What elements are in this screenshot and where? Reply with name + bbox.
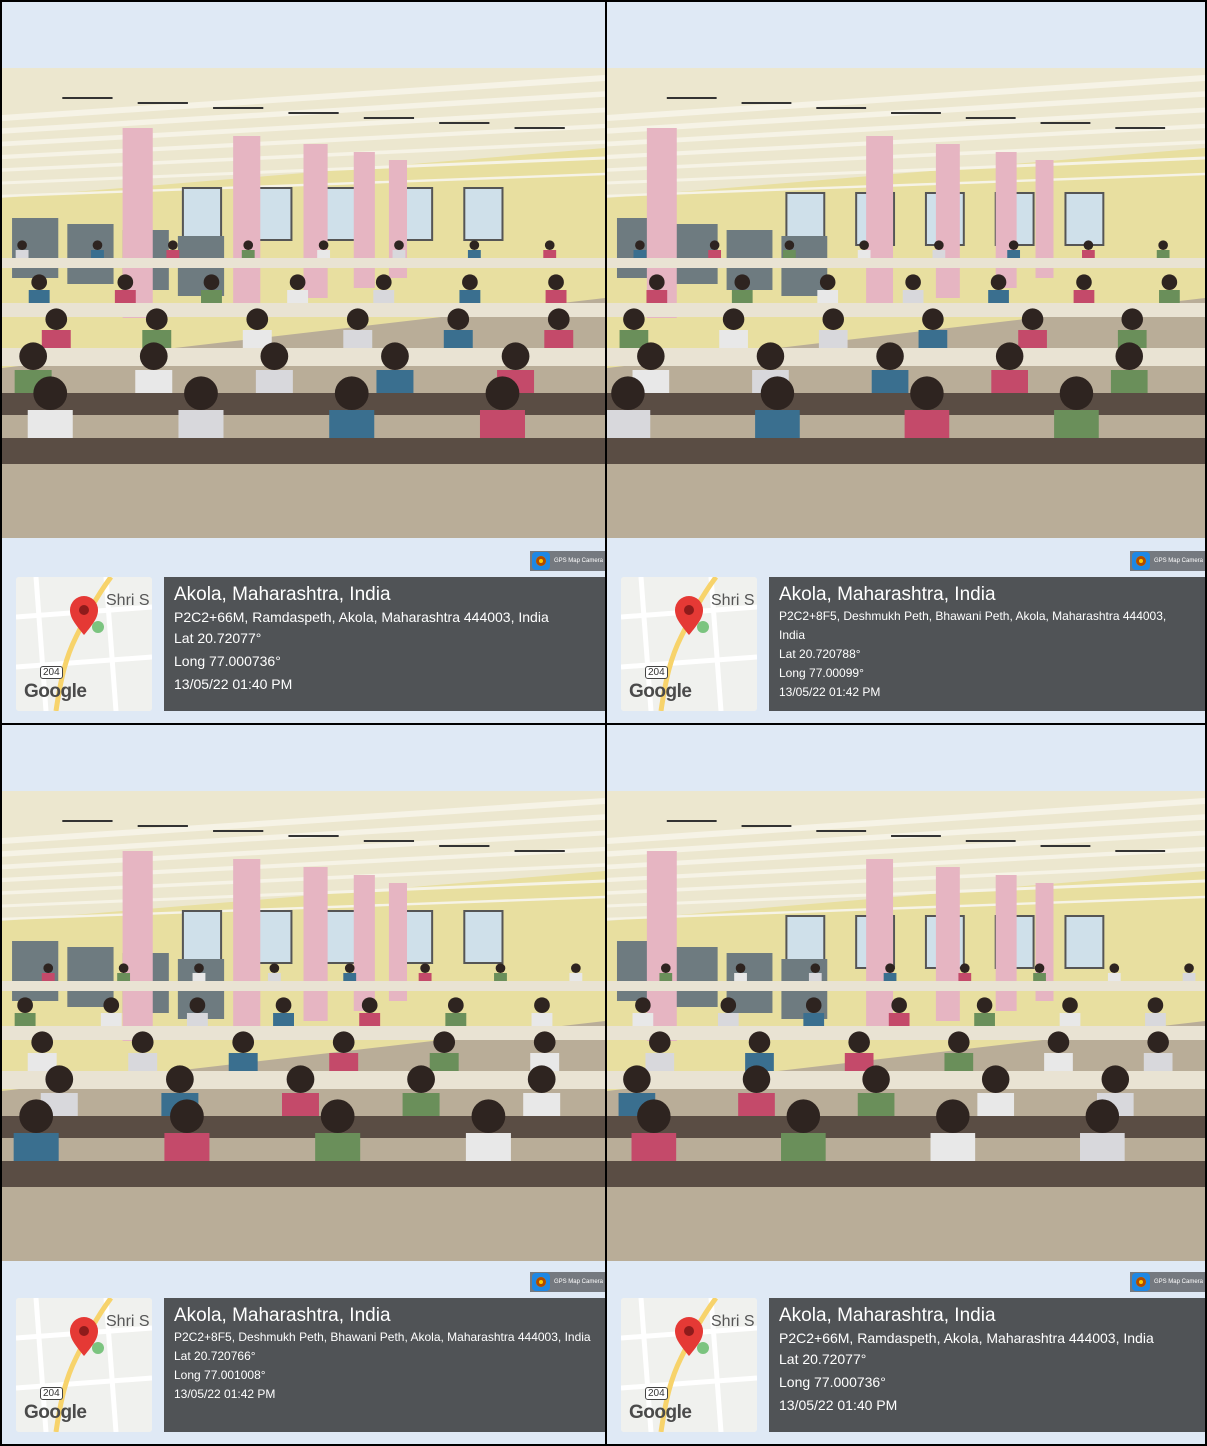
map-thumbnail: Shri S College 204 Google	[16, 1298, 152, 1432]
location-address: P2C2+66M, Ramdaspeth, Akola, Maharashtra…	[174, 609, 549, 625]
map-place-label: Shri S College	[711, 1313, 757, 1330]
map-road-shield: 204	[645, 666, 668, 679]
grid-cell-3: GPS Map Camera Shri S College 204 Google A…	[2, 725, 607, 1446]
location-long: Long 77.000736°	[174, 653, 281, 669]
location-city: Akola, Maharashtra, India	[779, 1305, 996, 1326]
location-datetime: 13/05/22 01:40 PM	[174, 676, 293, 692]
location-address: P2C2+66M, Ramdaspeth, Akola, Maharashtra…	[779, 1330, 1154, 1346]
google-logo: Google	[629, 1402, 692, 1423]
map-road-shield: 204	[40, 1387, 63, 1400]
location-long: Long 77.000736°	[779, 1374, 886, 1390]
map-place-label: Shri S College	[711, 592, 757, 609]
location-info: Akola, Maharashtra, India P2C2+66M, Ramd…	[769, 1298, 1205, 1432]
google-logo: Google	[629, 681, 692, 702]
gps-camera-icon	[1131, 552, 1150, 570]
location-lat: Lat 20.720788°	[779, 647, 861, 661]
location-datetime: 13/05/22 01:42 PM	[174, 1387, 276, 1401]
location-info: Akola, Maharashtra, India P2C2+66M, Ramd…	[164, 577, 605, 711]
gps-map-camera-badge: GPS Map Camera	[529, 551, 605, 571]
map-thumbnail: Shri S College 204 Google	[621, 577, 757, 711]
location-lat: Lat 20.720766°	[174, 1349, 256, 1363]
library-photo	[607, 791, 1205, 1261]
map-road-shield: 204	[645, 1387, 668, 1400]
location-long: Long 77.00099°	[779, 666, 864, 680]
gps-camera-icon	[1131, 1273, 1150, 1291]
google-logo: Google	[24, 1402, 87, 1423]
gps-map-camera-badge: GPS Map Camera	[1129, 1272, 1205, 1292]
google-logo: Google	[24, 681, 87, 702]
location-datetime: 13/05/22 01:40 PM	[779, 1397, 898, 1413]
location-lat: Lat 20.72077°	[174, 630, 262, 646]
grid-cell-2: GPS Map Camera Shri S College 204 Google A…	[607, 2, 1207, 725]
gps-map-camera-badge: GPS Map Camera	[529, 1272, 605, 1292]
grid-cell-1: GPS Map Camera Shri S College 204 Google A…	[2, 2, 607, 725]
library-photo	[2, 791, 605, 1261]
location-city: Akola, Maharashtra, India	[174, 1305, 391, 1326]
photo-grid: GPS Map Camera Shri S College 204 Google A…	[0, 0, 1207, 1446]
map-road-shield: 204	[40, 666, 63, 679]
location-city: Akola, Maharashtra, India	[174, 584, 391, 605]
location-address: P2C2+8F5, Deshmukh Peth, Bhawani Peth, A…	[779, 609, 1167, 642]
map-place-label: Shri S College	[106, 1313, 152, 1330]
location-lat: Lat 20.72077°	[779, 1351, 867, 1367]
location-info: Akola, Maharashtra, India P2C2+8F5, Desh…	[164, 1298, 605, 1432]
location-long: Long 77.001008°	[174, 1368, 266, 1382]
gps-map-camera-badge: GPS Map Camera	[1129, 551, 1205, 571]
map-thumbnail: Shri S College 204 Google	[16, 577, 152, 711]
library-photo	[607, 68, 1205, 538]
location-city: Akola, Maharashtra, India	[779, 584, 996, 605]
map-place-label: Shri S College	[106, 592, 152, 609]
location-datetime: 13/05/22 01:42 PM	[779, 685, 881, 699]
library-photo	[2, 68, 605, 538]
gps-camera-icon	[531, 1273, 550, 1291]
gps-camera-icon	[531, 552, 550, 570]
location-info: Akola, Maharashtra, India P2C2+8F5, Desh…	[769, 577, 1205, 711]
map-thumbnail: Shri S College 204 Google	[621, 1298, 757, 1432]
grid-cell-4: GPS Map Camera Shri S College 204 Google A…	[607, 725, 1207, 1446]
location-address: P2C2+8F5, Deshmukh Peth, Bhawani Peth, A…	[174, 1330, 591, 1344]
